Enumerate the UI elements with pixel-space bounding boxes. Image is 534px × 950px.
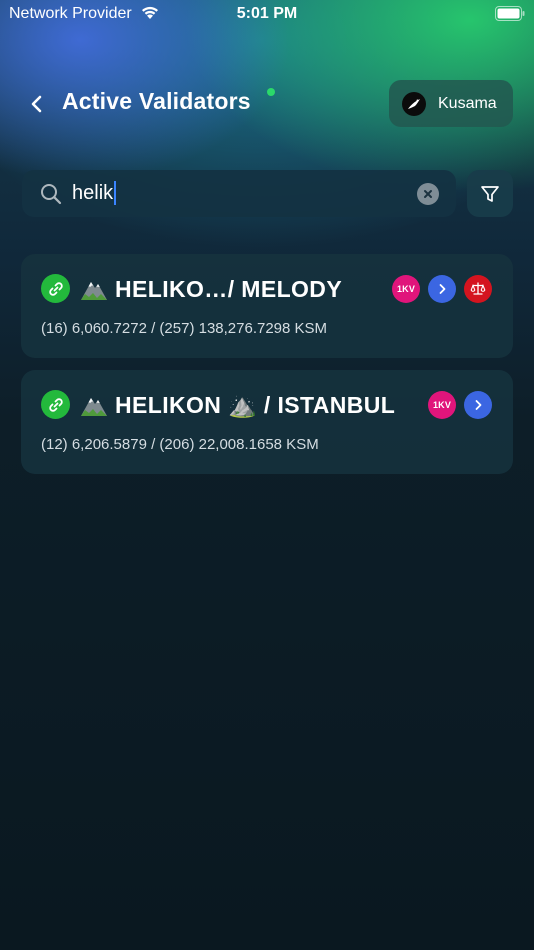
scales-icon[interactable]: [464, 275, 492, 303]
search-bar[interactable]: helik: [22, 170, 456, 217]
validator-stake: (16) 6,060.7272 / (257) 138,276.7298 KSM: [41, 320, 328, 337]
chevron-right-icon[interactable]: [464, 391, 492, 419]
battery-icon: [495, 6, 525, 21]
clock: 5:01 PM: [236, 5, 298, 22]
clear-icon[interactable]: [417, 183, 439, 205]
network-label: Kusama: [438, 94, 497, 112]
validator-card[interactable]: HELIKON ⛰️ / ISTANBUL 1KV (12) 6,206.587…: [21, 370, 513, 474]
page-title: Active Validators: [62, 88, 251, 114]
kusama-logo-icon: [402, 91, 426, 116]
link-icon: [41, 390, 70, 419]
chevron-right-icon[interactable]: [428, 275, 456, 303]
validator-name: HELIKO…/ MELODY: [115, 276, 343, 302]
status-bar: Network Provider 5:01 PM: [0, 0, 534, 30]
mountain-emoji-icon: [81, 282, 107, 300]
online-indicator: [267, 88, 275, 96]
network-selector-button[interactable]: Kusama: [389, 80, 513, 127]
back-chevron-icon[interactable]: [26, 90, 50, 118]
validator-name: HELIKON ⛰️ / ISTANBUL: [115, 392, 396, 418]
search-input[interactable]: helik: [72, 181, 117, 205]
onekv-badge[interactable]: 1KV: [428, 391, 456, 419]
filter-button[interactable]: [467, 170, 513, 217]
link-icon: [41, 274, 70, 303]
search-icon: [41, 184, 62, 205]
mountain-emoji-icon: [81, 398, 107, 416]
validator-card[interactable]: HELIKO…/ MELODY 1KV (16) 6,060.7272 / (2…: [21, 254, 513, 358]
validator-stake: (12) 6,206.5879 / (206) 22,008.1658 KSM: [41, 436, 319, 453]
filter-icon: [481, 185, 499, 202]
onekv-badge[interactable]: 1KV: [392, 275, 420, 303]
